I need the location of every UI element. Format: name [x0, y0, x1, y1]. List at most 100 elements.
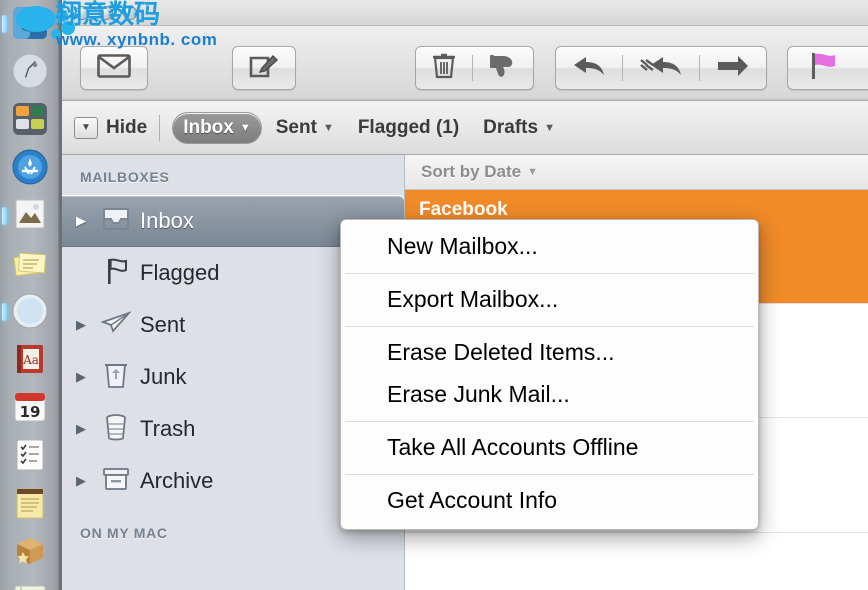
mailbox-context-menu[interactable]: New Mailbox... Export Mailbox... Erase Del… [340, 219, 759, 531]
favorite-flagged-1[interactable]: Flagged (1) [348, 112, 469, 144]
menu-item-new-mailbox[interactable]: New Mailbox... [341, 226, 758, 268]
paper-plane-icon [96, 310, 136, 340]
delete-group [415, 46, 534, 90]
calendar-icon: 19 [11, 388, 51, 428]
disclosure-triangle-icon[interactable]: ▶ [76, 213, 96, 229]
screen: Aa193 [0, 0, 868, 590]
dictionary-icon: Aa [11, 340, 51, 380]
chevron-down-icon: ▼ [322, 121, 334, 134]
dock-item-safari[interactable] [0, 288, 61, 336]
dock-item-notes[interactable] [0, 480, 61, 528]
sort-label: Sort by Date [421, 162, 522, 181]
maps-icon [11, 580, 51, 590]
flag-icon [96, 257, 136, 290]
dock-running-indicator [2, 207, 7, 225]
reply-arrow-icon [572, 54, 606, 82]
get-mail-button[interactable] [81, 47, 147, 89]
reminders-icon [11, 436, 51, 476]
disclosure-triangle-icon[interactable]: ▶ [76, 421, 96, 437]
favorite-label: Sent [275, 116, 317, 138]
menu-separator [345, 273, 754, 275]
reply-group [555, 46, 767, 90]
menu-item-export-mailbox[interactable]: Export Mailbox... [341, 279, 758, 321]
finder-icon [11, 4, 51, 44]
dock-item-preview[interactable] [0, 192, 61, 240]
inbox-tray-icon [96, 206, 136, 237]
junk-button[interactable] [473, 47, 533, 89]
dock-item-app-package[interactable] [0, 528, 61, 576]
launchpad-icon [11, 52, 51, 92]
menu-separator [345, 421, 754, 423]
favorite-label: Inbox [183, 116, 234, 138]
chevron-down-icon: ▼ [544, 121, 555, 134]
svg-text:19: 19 [20, 403, 41, 421]
menu-separator [345, 474, 754, 476]
menu-item-get-account-info[interactable]: Get Account Info [341, 480, 758, 522]
flag-icon [804, 51, 838, 85]
preview-icon [11, 196, 51, 236]
chevron-down-icon: ▼ [527, 166, 539, 178]
disclosure-triangle-icon[interactable]: ▶ [76, 369, 96, 385]
menu-item-take-all-accounts-offline[interactable]: Take All Accounts Offline [341, 427, 758, 469]
thumbs-down-icon [489, 53, 517, 83]
zoom-button[interactable] [123, 6, 137, 20]
flag-button[interactable] [788, 47, 854, 89]
reply-all-button[interactable] [623, 47, 699, 89]
notes-icon [11, 484, 51, 524]
dock-item-mission-control[interactable] [0, 96, 61, 144]
favorites-bar: ▼ Hide Inbox ▼ Sent ▼ Flagged (1) Drafts ▼ [62, 101, 868, 156]
forward-button[interactable] [700, 47, 766, 89]
trash-icon [96, 413, 136, 446]
compose-pencil-icon [249, 52, 279, 84]
sidebar-item-label: Flagged [140, 260, 220, 285]
favorites-divider [159, 114, 161, 141]
envelope-icon [97, 54, 131, 82]
reply-all-arrow-icon [639, 54, 683, 82]
flag-group [787, 46, 868, 90]
dock-running-indicator [2, 303, 7, 321]
stickies-icon [11, 244, 51, 284]
trash-icon [432, 52, 456, 84]
dock-item-finder[interactable] [0, 0, 61, 48]
favorite-inbox[interactable]: Inbox ▼ [172, 111, 262, 144]
dock: Aa193 [0, 0, 62, 590]
disclosure-triangle-icon[interactable]: ▶ [76, 317, 96, 333]
forward-arrow-icon [716, 55, 750, 81]
menu-item-erase-deleted-items[interactable]: Erase Deleted Items... [341, 332, 758, 374]
menu-separator [345, 326, 754, 328]
dock-item-maps[interactable] [0, 576, 61, 590]
dock-item-reminders[interactable] [0, 432, 61, 480]
close-button[interactable] [75, 6, 89, 20]
sidebar-section-header-mailboxes: MAILBOXES [80, 169, 170, 185]
sidebar-item-label: Junk [140, 364, 187, 389]
favorite-drafts[interactable]: Drafts ▼ [473, 112, 565, 144]
new-message-button[interactable] [233, 47, 295, 89]
sidebar-item-label: Archive [140, 468, 214, 493]
archive-box-icon [96, 466, 136, 497]
sidebar-item-label: Inbox [140, 208, 194, 233]
sort-bar[interactable]: Sort by Date ▼ [405, 155, 868, 190]
mission-control-icon [11, 100, 51, 140]
safari-icon [11, 292, 51, 332]
dock-item-dictionary[interactable]: Aa [0, 336, 61, 384]
delete-button[interactable] [416, 47, 472, 89]
favorite-label: Flagged (1) [357, 116, 460, 138]
chevron-down-icon: ▼ [239, 121, 251, 134]
dock-item-calendar[interactable]: 19 [0, 384, 61, 432]
favorite-sent[interactable]: Sent ▼ [266, 112, 344, 144]
dock-item-app-store[interactable] [0, 144, 61, 192]
hide-toggle-button[interactable]: ▼ [74, 116, 98, 139]
app-store-icon [11, 148, 51, 188]
dock-running-indicator [2, 15, 7, 33]
junk-bin-icon [96, 361, 136, 394]
new-message-group [232, 46, 296, 90]
dock-item-launchpad[interactable] [0, 48, 61, 96]
window-titlebar [62, 0, 868, 26]
mail-window: ▼ Hide Inbox ▼ Sent ▼ Flagged (1) Drafts ▼ MAI… [62, 0, 868, 590]
disclosure-down-icon: ▼ [81, 122, 91, 133]
reply-button[interactable] [556, 47, 622, 89]
dock-item-stickies[interactable] [0, 240, 61, 288]
disclosure-triangle-icon[interactable]: ▶ [76, 473, 96, 489]
minimize-button[interactable] [99, 6, 113, 20]
menu-item-erase-junk-mail[interactable]: Erase Junk Mail... [341, 374, 758, 416]
